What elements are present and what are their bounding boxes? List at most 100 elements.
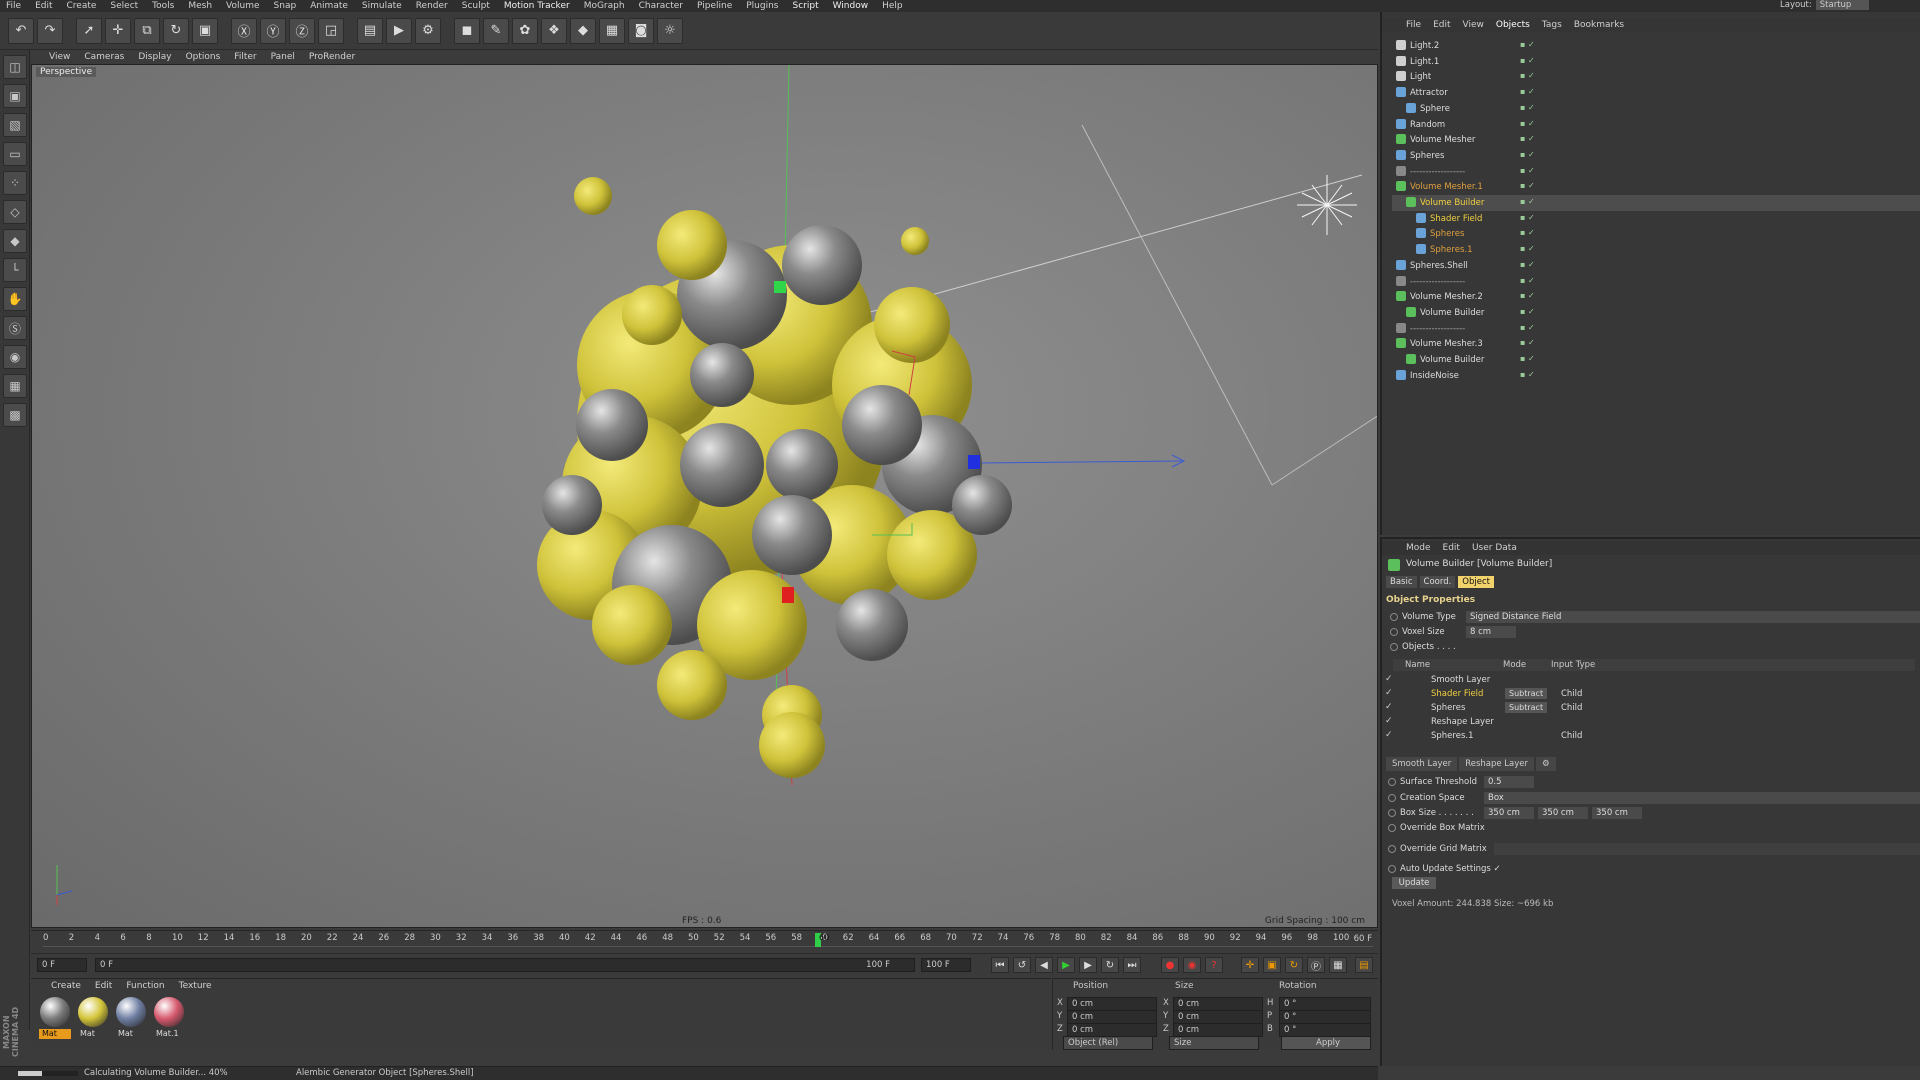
update-button[interactable]: Update bbox=[1392, 877, 1436, 889]
visibility-flags-icon[interactable]: ▪ ✓ bbox=[1520, 56, 1535, 65]
menu-plugins[interactable]: Plugins bbox=[746, 1, 778, 11]
record-icon[interactable]: ● bbox=[1161, 957, 1179, 973]
layout-selector[interactable]: Layout: Startup bbox=[1780, 0, 1870, 10]
volume-mode-select[interactable]: Subtract bbox=[1505, 688, 1548, 699]
layer-options-icon[interactable]: ⚙ bbox=[1536, 757, 1556, 771]
menu-edit[interactable]: Edit bbox=[35, 1, 52, 11]
size-field[interactable]: 0 cm bbox=[1173, 1023, 1263, 1037]
workplane-icon[interactable]: ▭ bbox=[3, 142, 27, 166]
visibility-flags-icon[interactable]: ▪ ✓ bbox=[1520, 244, 1535, 253]
object-row[interactable]: Volume Mesher.1 ▪ ✓ bbox=[1392, 179, 1920, 195]
rotation-field[interactable]: 0 ° bbox=[1279, 1023, 1371, 1037]
x-axis-lock-icon[interactable]: Ⓧ bbox=[231, 17, 257, 44]
override-grid-matrix-row[interactable]: Override Grid Matrix bbox=[1384, 842, 1920, 856]
menu-mesh[interactable]: Mesh bbox=[188, 1, 212, 11]
viewport-menu-options[interactable]: Options bbox=[186, 52, 221, 62]
z-axis-lock-icon[interactable]: Ⓩ bbox=[289, 17, 315, 44]
object-menu-bookmarks[interactable]: Bookmarks bbox=[1574, 20, 1624, 30]
visibility-flags-icon[interactable]: ▪ ✓ bbox=[1520, 260, 1535, 269]
position-field[interactable]: 0 cm bbox=[1067, 1010, 1157, 1024]
play-icon[interactable]: ▶ bbox=[1057, 957, 1075, 973]
material-swatch[interactable]: Mat.1 bbox=[153, 997, 185, 1041]
object-menu-view[interactable]: View bbox=[1463, 20, 1484, 30]
select-tool-icon[interactable]: ➚ bbox=[76, 17, 102, 44]
material-swatch[interactable]: Mat bbox=[115, 997, 147, 1041]
visibility-flags-icon[interactable]: ▪ ✓ bbox=[1520, 181, 1535, 190]
visibility-flags-icon[interactable]: ▪ ✓ bbox=[1520, 213, 1535, 222]
material-menu-create[interactable]: Create bbox=[51, 981, 81, 991]
undo-icon[interactable]: ↶ bbox=[8, 17, 34, 44]
size-field[interactable]: 0 cm bbox=[1173, 1010, 1263, 1024]
key-position-icon[interactable]: ✛ bbox=[1241, 957, 1259, 973]
deformer-icon[interactable]: ◆ bbox=[570, 17, 596, 44]
visibility-flags-icon[interactable]: ▪ ✓ bbox=[1520, 166, 1535, 175]
sculpt-icon[interactable]: ◉ bbox=[3, 345, 27, 369]
timeline[interactable]: 0 2 4 6 8 10 12 14 16 18 20 22 24 26 28 30 32 34 36 38 40 42 4… bbox=[31, 930, 1378, 950]
floor-icon[interactable]: ▦ bbox=[599, 17, 625, 44]
auto-update-row[interactable]: Auto Update Settings ✓ bbox=[1384, 862, 1920, 876]
coordinate-mode-select[interactable]: Object (Rel) bbox=[1063, 1036, 1153, 1050]
redo-icon[interactable]: ↷ bbox=[37, 17, 63, 44]
next-key-icon[interactable]: ↻ bbox=[1101, 957, 1119, 973]
visibility-flags-icon[interactable]: ▪ ✓ bbox=[1520, 228, 1535, 237]
box-size-z-field[interactable]: 350 cm bbox=[1592, 807, 1642, 819]
tab-basic[interactable]: Basic bbox=[1386, 576, 1417, 588]
visibility-flags-icon[interactable]: ▪ ✓ bbox=[1520, 370, 1535, 379]
override-box-matrix-row[interactable]: Override Box Matrix bbox=[1384, 821, 1920, 835]
subdivision-surface-icon[interactable]: ✿ bbox=[512, 17, 538, 44]
visibility-flags-icon[interactable]: ▪ ✓ bbox=[1520, 338, 1535, 347]
enable-checkbox[interactable]: ✓ bbox=[1385, 702, 1393, 712]
menu-character[interactable]: Character bbox=[639, 1, 683, 11]
viewport-menu-cameras[interactable]: Cameras bbox=[84, 52, 124, 62]
viewport-menu-display[interactable]: Display bbox=[138, 52, 171, 62]
tweak-mode-icon[interactable]: ✋ bbox=[3, 287, 27, 311]
edges-mode-icon[interactable]: ◇ bbox=[3, 200, 27, 224]
volume-type-select[interactable]: Signed Distance Field bbox=[1466, 611, 1920, 623]
visibility-flags-icon[interactable]: ▪ ✓ bbox=[1520, 103, 1535, 112]
menu-volume[interactable]: Volume bbox=[226, 1, 259, 11]
surface-threshold-field[interactable]: 0.5 bbox=[1484, 776, 1534, 788]
key-pla-icon[interactable]: ▦ bbox=[1329, 957, 1347, 973]
axis-mode-icon[interactable]: └ bbox=[3, 258, 27, 282]
go-to-start-icon[interactable]: ⏮ bbox=[991, 957, 1009, 973]
enable-checkbox[interactable]: ✓ bbox=[1385, 730, 1393, 740]
go-to-end-icon[interactable]: ⏭ bbox=[1123, 957, 1141, 973]
object-row[interactable]: Light.2 ▪ ✓ bbox=[1392, 38, 1920, 54]
y-axis-lock-icon[interactable]: Ⓨ bbox=[260, 17, 286, 44]
visibility-flags-icon[interactable]: ▪ ✓ bbox=[1520, 354, 1535, 363]
menu-create[interactable]: Create bbox=[67, 1, 97, 11]
attribute-menu-edit[interactable]: Edit bbox=[1443, 543, 1460, 553]
tab-coord[interactable]: Coord. bbox=[1419, 576, 1456, 588]
object-row[interactable]: Spheres ▪ ✓ bbox=[1392, 148, 1920, 164]
recent-tool-icon[interactable]: ▣ bbox=[192, 17, 218, 44]
viewport-menu-view[interactable]: View bbox=[49, 52, 70, 62]
render-picture-viewer-icon[interactable]: ▶ bbox=[386, 17, 412, 44]
creation-space-select[interactable]: Box bbox=[1484, 792, 1920, 804]
lock-workplane-icon[interactable]: ▦ bbox=[3, 374, 27, 398]
key-scale-icon[interactable]: ▣ bbox=[1263, 957, 1281, 973]
reshape-layer-tab[interactable]: Reshape Layer bbox=[1459, 757, 1535, 771]
rotation-field[interactable]: 0 ° bbox=[1279, 1010, 1371, 1024]
box-size-y-field[interactable]: 350 cm bbox=[1538, 807, 1588, 819]
menu-tools[interactable]: Tools bbox=[152, 1, 174, 11]
volume-object-row[interactable]: ✓ Shader Field Subtract Child bbox=[1385, 687, 1915, 701]
light-icon[interactable]: ☼ bbox=[657, 17, 683, 44]
attribute-menu-user-data[interactable]: User Data bbox=[1472, 543, 1517, 553]
material-menu-edit[interactable]: Edit bbox=[95, 981, 112, 991]
attribute-menu-mode[interactable]: Mode bbox=[1406, 543, 1431, 553]
visibility-flags-icon[interactable]: ▪ ✓ bbox=[1520, 291, 1535, 300]
object-menu-tags[interactable]: Tags bbox=[1542, 20, 1562, 30]
visibility-flags-icon[interactable]: ▪ ✓ bbox=[1520, 150, 1535, 159]
timeline-window-icon[interactable]: ▤ bbox=[1355, 957, 1373, 973]
make-editable-icon[interactable]: ◫ bbox=[3, 55, 27, 79]
size-field[interactable]: 0 cm bbox=[1173, 997, 1263, 1011]
viewport-menu-prorender[interactable]: ProRender bbox=[309, 52, 355, 62]
snap-icon[interactable]: Ⓢ bbox=[3, 316, 27, 340]
playhead[interactable]: 60 bbox=[815, 933, 829, 947]
scale-tool-icon[interactable]: ⧉ bbox=[134, 17, 160, 44]
position-field[interactable]: 0 cm bbox=[1067, 1023, 1157, 1037]
object-row[interactable]: InsideNoise ▪ ✓ bbox=[1392, 368, 1920, 384]
coordinate-system-icon[interactable]: ◲ bbox=[318, 17, 344, 44]
render-view-icon[interactable]: ▤ bbox=[357, 17, 383, 44]
material-swatch[interactable]: Mat bbox=[77, 997, 109, 1041]
